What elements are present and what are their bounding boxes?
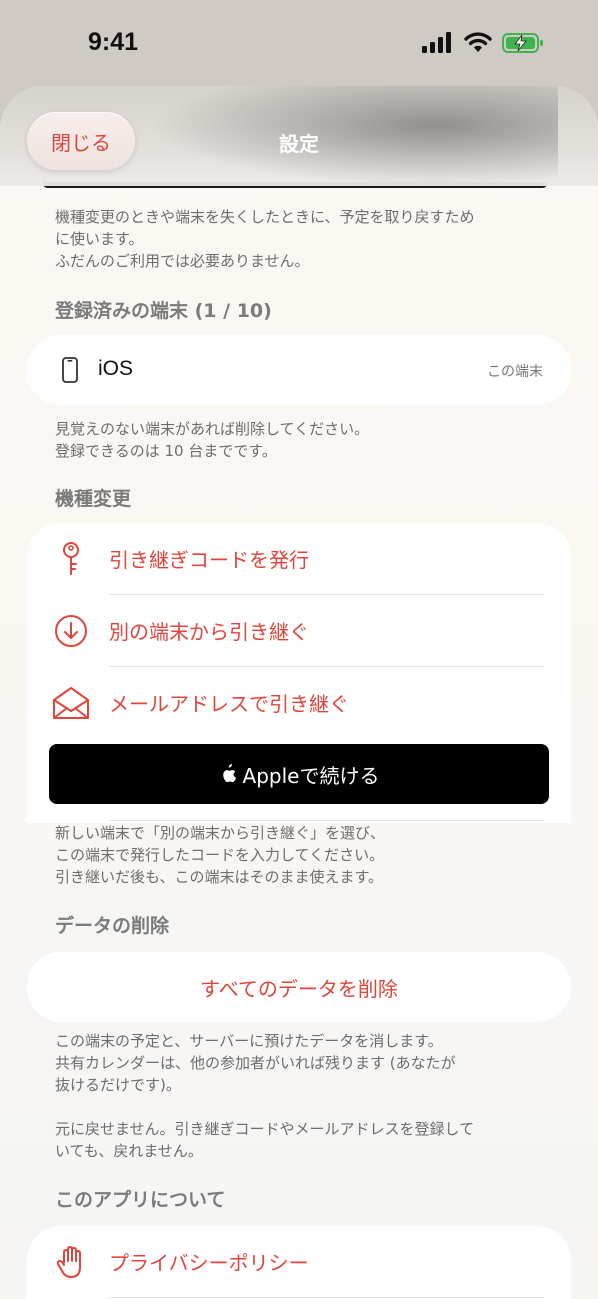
devices-section-header: 登録済みの端末 (1 / 10) [55,300,272,322]
status-bar: 9:41 [0,0,598,90]
hand-raised-icon [56,1246,81,1278]
envelope-icon [53,687,89,719]
sheet-title: 設定 [279,132,319,156]
transfer-from-device-label: 別の端末から引き継ぐ [109,620,309,644]
devices-note: 見覚えのない端末があれば削除してください。 登録できるのは 10 台までです。 [55,420,370,460]
settings-sheet: 閉じる 設定 機種変更のときや端末を失くしたときに、予定を取り戻すため に使いま… [0,86,598,1299]
current-device-badge: この端末 [487,364,543,380]
delete-section-header: データの削除 [55,915,170,937]
apple-button-label: Appleで続ける [242,763,380,788]
apple-logo-icon [219,764,237,784]
about-card: プライバシーポリシー [27,1226,571,1299]
transfer-section-header: 機種変更 [55,488,132,510]
battery-charging-icon [502,33,543,53]
transfer-from-device-row[interactable]: 別の端末から引き継ぐ [27,595,571,666]
delete-all-data-label: すべてのデータを削除 [200,976,398,1001]
status-time: 9:41 [88,28,139,56]
key-icon [63,542,79,575]
divider [109,1297,544,1298]
recovery-note: 機種変更のときや端末を失くしたときに、予定を取り戻すため に使います。 ふだんの… [55,208,475,270]
issue-code-label: 引き継ぎコードを発行 [109,548,309,572]
devices-card: iOS この端末 [27,335,571,405]
sign-in-with-apple-button[interactable]: Appleで続ける [49,744,549,804]
issue-code-row[interactable]: 引き継ぎコードを発行 [27,523,571,594]
cellular-signal-icon [422,32,451,53]
privacy-policy-label: プライバシーポリシー [109,1251,309,1275]
delete-note: この端末の予定と、サーバーに預けたデータを消します。 共有カレンダーは、他の参加… [55,1032,475,1160]
transfer-by-email-row[interactable]: メールアドレスで引き継ぐ [27,667,571,738]
device-row[interactable]: iOS この端末 [27,335,571,405]
divider [109,820,544,821]
delete-all-data-button[interactable]: すべてのデータを削除 [27,952,571,1022]
device-name: iOS [98,357,134,380]
transfer-note: 新しい端末で「別の端末から引き継ぐ」を選び、 この端末で発行したコードを入力して… [55,824,386,886]
about-section-header: このアプリについて [55,1189,226,1211]
privacy-policy-row[interactable]: プライバシーポリシー [27,1226,571,1297]
transfer-by-email-label: メールアドレスで引き継ぐ [109,692,349,716]
iphone-icon [62,357,78,383]
download-circle-icon [55,615,87,647]
wifi-icon [464,32,492,52]
